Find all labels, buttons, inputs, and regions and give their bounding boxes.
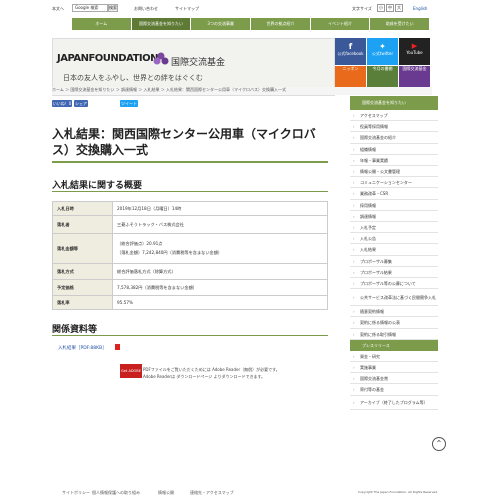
title-divider xyxy=(52,161,328,163)
fontsize-large-button[interactable]: 大 xyxy=(395,4,403,12)
like-button[interactable]: いいね！0 xyxy=(52,100,72,107)
jf-logo-jp: 国際交流基金 xyxy=(171,58,226,68)
sidebar-item[interactable]: 随意契約情報 xyxy=(350,306,438,318)
footer-policy[interactable]: サイトポリシー xyxy=(62,490,90,496)
sidebar-item[interactable]: 国際交流基金の紹介 xyxy=(350,132,438,144)
footer-privacy[interactable]: 個人情報保護への取り組み xyxy=(92,490,140,496)
sidebar-item[interactable]: 契約に係る情報の公表 xyxy=(350,317,438,329)
share-button[interactable]: シェア xyxy=(74,100,88,107)
fontsize-medium-button[interactable]: 中 xyxy=(386,4,394,12)
row-label: 落札金額等 xyxy=(52,233,113,264)
footer-disclosure[interactable]: 情報公開 xyxy=(158,490,174,496)
sidebar-item[interactable]: 採用情報 xyxy=(350,200,438,211)
nav-about[interactable]: 国際交流基金を知りたい xyxy=(131,18,191,30)
row-label: 落札者 xyxy=(52,215,113,234)
pdf-link[interactable]: 入札結果［PDF:88KB］ xyxy=(58,345,107,351)
sidebar-header-press[interactable]: プレスリリース xyxy=(350,339,438,351)
sidebar-item[interactable]: アクセスマップ xyxy=(350,110,438,122)
row-value: 95.57% xyxy=(112,295,328,310)
sidebar-item[interactable]: 実施事業 xyxy=(350,362,438,374)
row-value: 2019年12月18日（月曜日）14時 xyxy=(112,201,328,216)
sidebar-item[interactable]: プロポーザル結果 xyxy=(350,267,438,278)
adobe-reader-badge[interactable]: Get ADOBE READER xyxy=(120,364,142,387)
table-row: 落札金額等 （総合評価点）20.91点 （落札金額）7,242,840円（消費税等を… xyxy=(52,233,328,264)
sidebar-item[interactable]: コミュニケーションセンター xyxy=(350,177,438,189)
adobe-note: PDFファイルをご覧いただくためには Adobe Reader（無償）が必要です… xyxy=(143,366,323,380)
footer-contact[interactable]: 連絡先・アクセスマップ xyxy=(190,490,234,496)
summary-divider xyxy=(52,191,328,192)
jf-logo-text[interactable]: JAPANFOUNDATION xyxy=(57,53,158,64)
sidebar-item[interactable]: 寄付等の基金 xyxy=(350,384,438,396)
table-row: 落札率 95.57% xyxy=(52,295,328,310)
sidebar-item[interactable]: 入札結果 xyxy=(350,244,438,256)
sidebar-item[interactable]: 契約に係る取引情報 xyxy=(350,329,438,340)
top-utility-bar: 本文へ Google 検索 検索 お問い合わせ サイトマップ 文字サイズ 小 中… xyxy=(0,0,500,16)
sidebar-item[interactable]: 国際交流基金賞 xyxy=(350,373,438,385)
sidebar-item[interactable]: 入札予定 xyxy=(350,222,438,234)
documents-divider xyxy=(52,335,328,336)
page-title: 入札結果：関西国際センター公用車（マイクロバス）交換購入一式 xyxy=(52,127,316,157)
sidebar-item[interactable]: 年報・事業実績 xyxy=(350,155,438,166)
sidebar-item[interactable]: プロポーザル等の公募について xyxy=(350,278,438,290)
global-nav: ホーム 国際交流基金を知りたい 3つの交流事業 世界の拠点紹介 イベント紹介 助… xyxy=(72,18,430,30)
sidebar-item[interactable]: 情報公開・公文書管理 xyxy=(350,166,438,178)
row-label: 予定価格 xyxy=(52,279,113,296)
english-link[interactable]: English xyxy=(413,6,427,11)
help-link[interactable]: お問い合わせ xyxy=(134,6,158,12)
row-value: 総合評価落札方式（除算方式） xyxy=(112,263,328,280)
adobe-note-line1: PDFファイルをご覧いただくためには Adobe Reader（無償）が必要です… xyxy=(143,367,280,372)
tagline: 日本の友人をふやし、世界との絆をはぐくむ xyxy=(63,74,203,82)
sidebar-item[interactable]: 公共サービス改革法に基づく民間競争入札実施について xyxy=(350,289,438,307)
table-row: 落札者 三菱ふそうトラック・バス株式会社 xyxy=(52,215,328,234)
copyright: Copyright The Japan Foundation, All Righ… xyxy=(358,490,439,494)
row-label: 落札方式 xyxy=(52,263,113,280)
fontsize-small-button[interactable]: 小 xyxy=(377,4,385,12)
row-value: 7,578,382円（消費税等を含まない金額） xyxy=(112,279,328,296)
nav-grants[interactable]: 助成を受けたい xyxy=(370,18,430,30)
row-value: （総合評価点）20.91点 （落札金額）7,242,840円（消費税等を含まない金… xyxy=(112,233,328,264)
footer: サイトポリシー 個人情報保護への取り組み 情報公開 連絡先・アクセスマップ Co… xyxy=(0,486,500,499)
bid-result-table: 入札日時 2019年12月18日（月曜日）14時 落札者 三菱ふそうトラック・バス株… xyxy=(52,201,328,310)
summary-heading: 入札結果に関する概要 xyxy=(52,181,143,191)
youtube-tile[interactable]: ▶ YouTube xyxy=(399,38,430,65)
skip-link[interactable]: 本文へ xyxy=(52,6,64,12)
row-label: 落札率 xyxy=(52,295,113,310)
search-button[interactable]: 検索 xyxy=(108,4,118,12)
sidebar-header[interactable]: 国際交流基金を知りたい xyxy=(350,96,438,110)
nav-events[interactable]: イベント紹介 xyxy=(310,18,370,30)
tweet-button[interactable]: ツイート xyxy=(120,100,138,107)
sidebar-item[interactable]: 組織情報 xyxy=(350,144,438,155)
sidebar-item[interactable]: 資金・研究 xyxy=(350,351,438,362)
twitter-tile[interactable]: ✦ 公式twitter xyxy=(367,38,398,65)
sidebar-item[interactable]: 業務改革・CSR xyxy=(350,188,438,200)
sidebar-item[interactable]: プロポーザル募集 xyxy=(350,256,438,267)
back-to-top-icon[interactable]: ⌃ xyxy=(432,437,446,451)
sitemap-link[interactable]: サイトマップ xyxy=(175,6,199,12)
sidebar-item[interactable]: 入札公告 xyxy=(350,233,438,245)
sidebar-item[interactable]: アーカイブ（終了したプログラム等） xyxy=(350,396,438,410)
documents-heading: 関係資料等 xyxy=(52,325,98,335)
adobe-note-line2: Adobe Readerは ダウンロードページ よりダウンロードできます。 xyxy=(143,374,266,379)
table-row: 入札日時 2019年12月18日（月曜日）14時 xyxy=(52,201,328,216)
facebook-tile[interactable]: f 公式facebook xyxy=(335,38,366,65)
row-label: 入札日時 xyxy=(52,201,113,216)
sidebar-item[interactable]: 役員等採用情報 xyxy=(350,121,438,133)
pdf-icon xyxy=(115,344,120,350)
search-input[interactable]: Google 検索 xyxy=(72,4,108,12)
row-value: 三菱ふそうトラック・バス株式会社 xyxy=(112,215,328,234)
table-row: 予定価格 7,578,382円（消費税等を含まない金額） xyxy=(52,279,328,296)
nav-offices[interactable]: 世界の拠点紹介 xyxy=(251,18,310,30)
breadcrumb[interactable]: ホーム ＞ 国際交流基金を知りたい ＞ 調達情報 ＞ 入札結果 ＞ 入札結果：関… xyxy=(52,87,432,95)
fontsize-label: 文字サイズ xyxy=(352,6,372,11)
nav-home[interactable]: ホーム xyxy=(72,18,131,30)
flower-logo-icon xyxy=(153,52,169,65)
table-row: 落札方式 総合評価落札方式（除算方式） xyxy=(52,263,328,280)
sidebar-item[interactable]: 調達情報 xyxy=(350,211,438,222)
nav-programs[interactable]: 3つの交流事業 xyxy=(191,18,251,30)
